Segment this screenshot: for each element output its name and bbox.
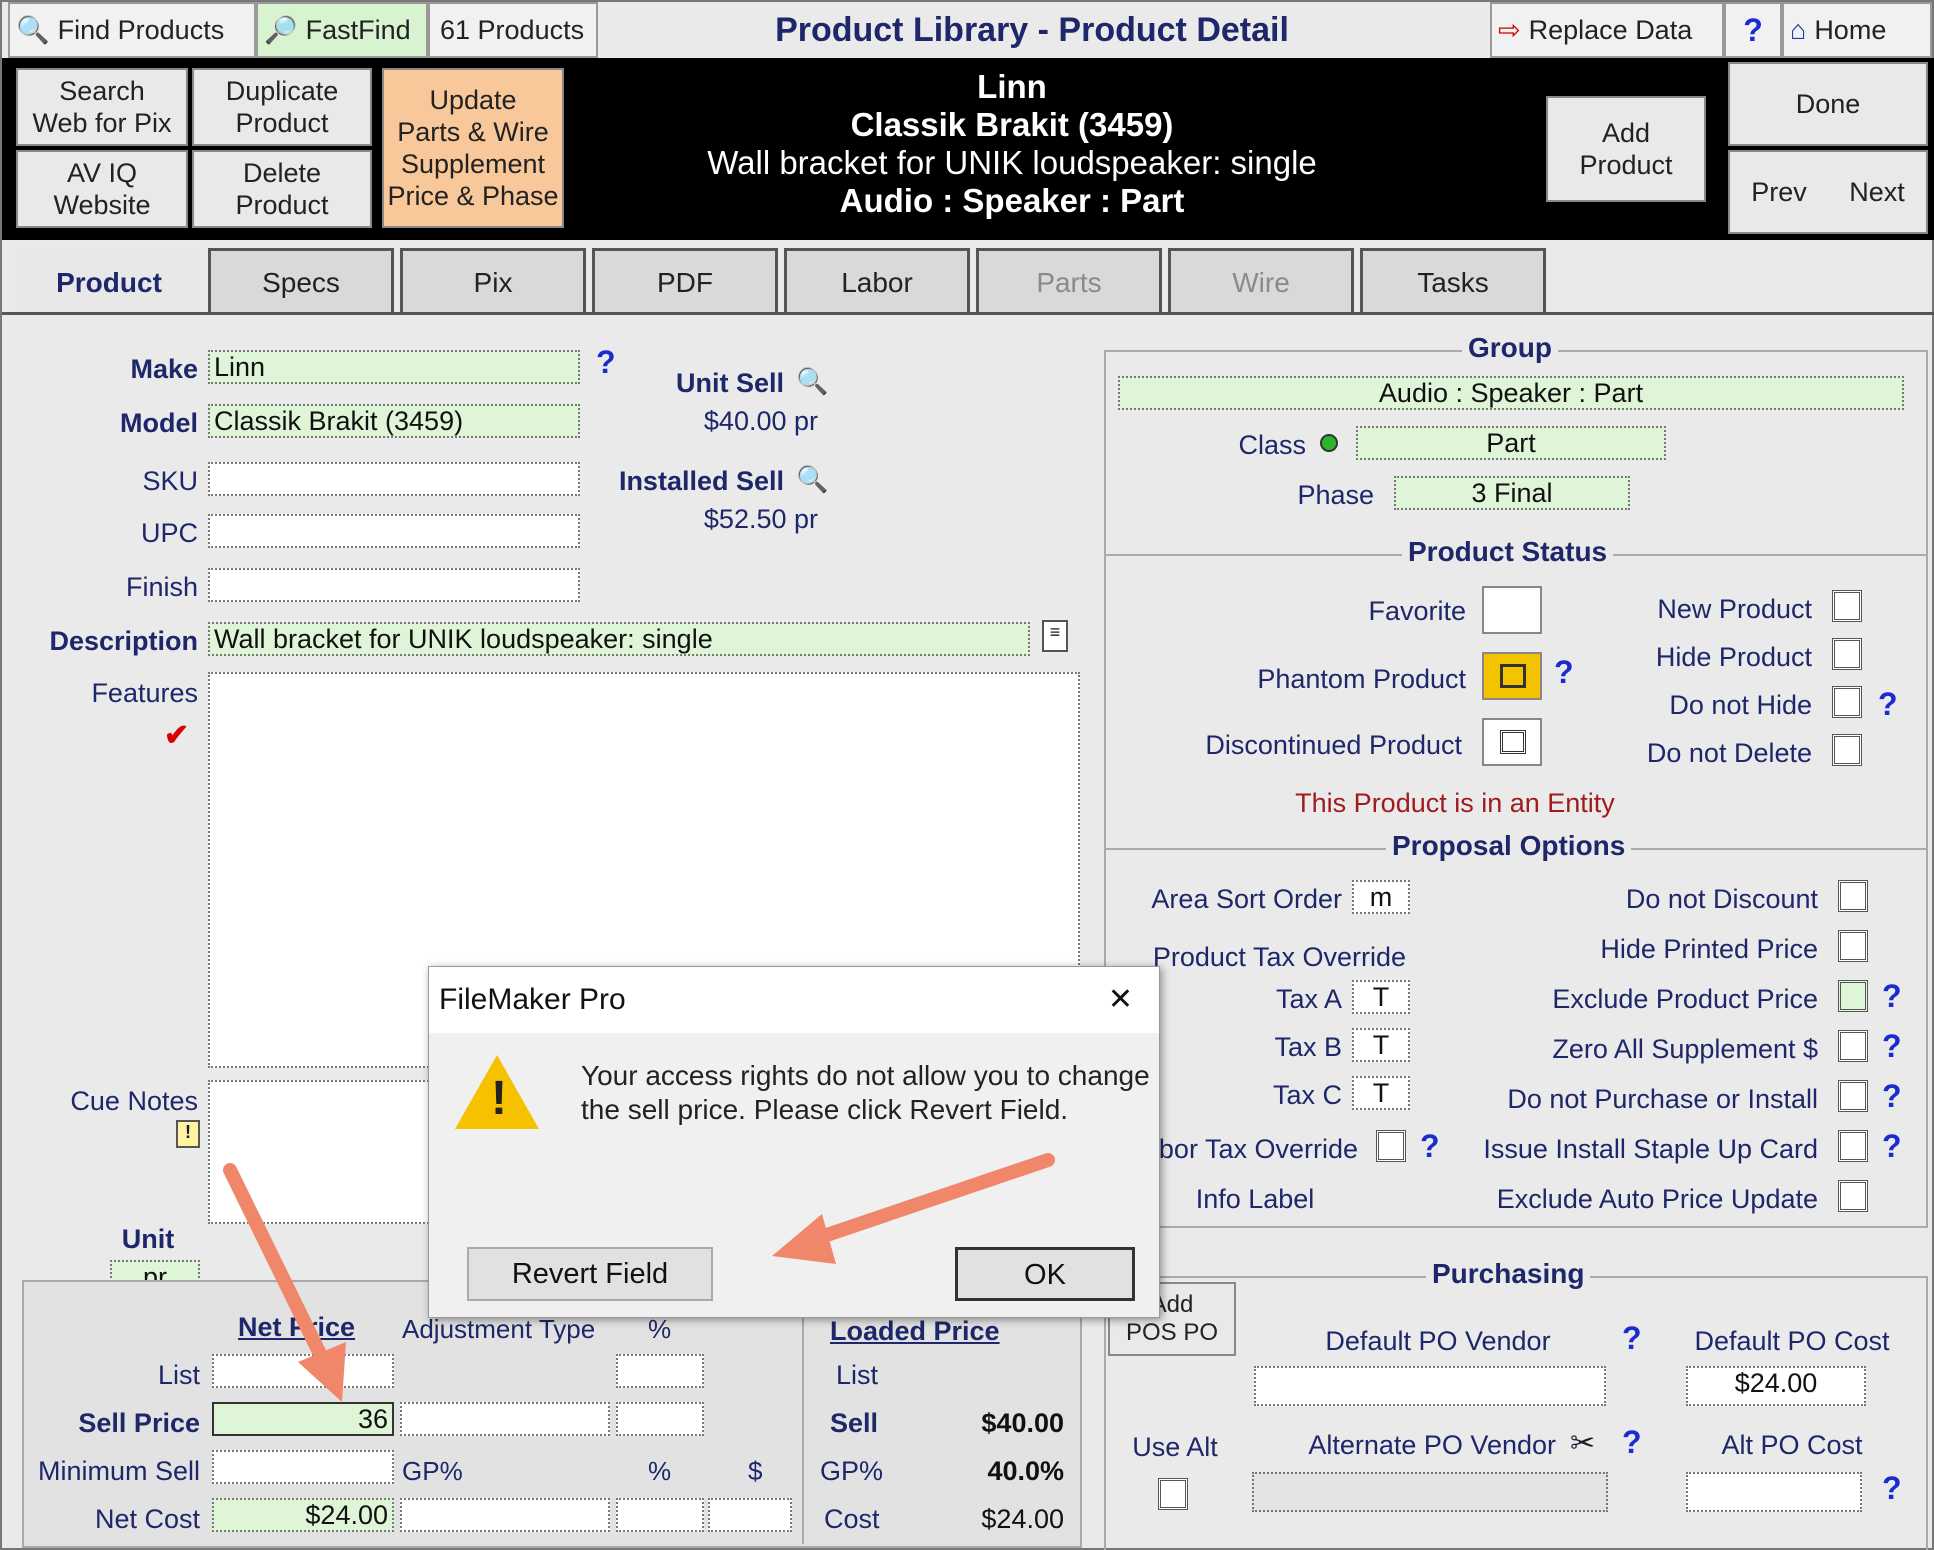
annotation-arrows [223,1153,1055,1402]
app-window: 🔍 Find Products 🔎 FastFind 61 Products Pro… [0,0,1934,1550]
arrow-to-revert-button [772,1153,1055,1264]
arrow-to-sell-price [223,1163,346,1402]
